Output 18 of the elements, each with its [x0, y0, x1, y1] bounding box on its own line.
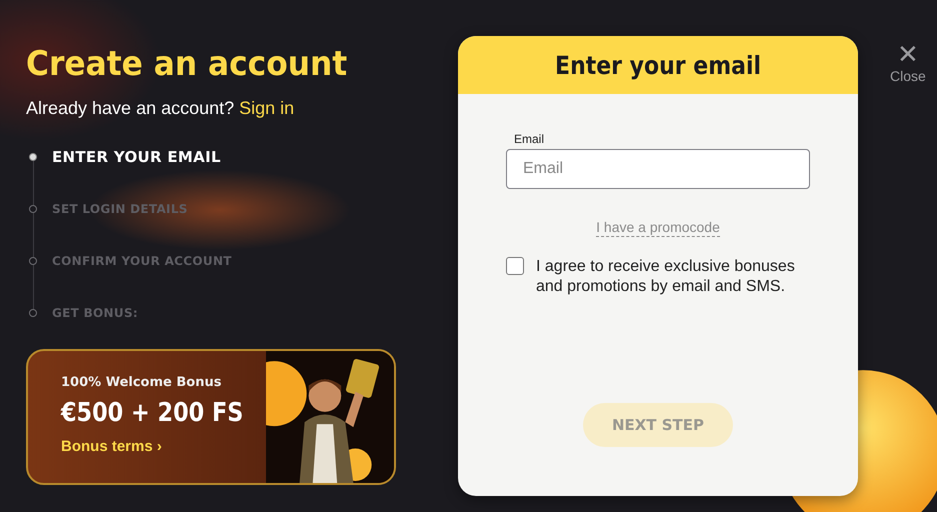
close-button[interactable]: ✕ Close — [890, 40, 926, 84]
close-icon: ✕ — [896, 40, 919, 68]
email-label: Email — [514, 132, 546, 146]
step-label: CONFIRM YOUR ACCOUNT — [52, 254, 232, 268]
consent-text: I agree to receive exclusive bonuses and promotions by email and SMS. — [536, 257, 796, 297]
email-field[interactable]: Email — [506, 149, 810, 189]
step-label: GET BONUS: — [52, 306, 138, 320]
promocode-link[interactable]: I have a promocode — [596, 219, 720, 237]
page-title: Create an account — [26, 43, 348, 86]
step-label: ENTER YOUR EMAIL — [52, 148, 221, 166]
dialog-title: Enter your email — [554, 50, 762, 80]
step-label: SET LOGIN DETAILS — [52, 202, 188, 216]
bonus-amount: €500 + 200 FS — [61, 398, 244, 428]
signin-prompt: Already have an account? — [26, 98, 234, 119]
bonus-terms-link[interactable]: Bonus terms › — [61, 438, 162, 455]
signin-link[interactable]: Sign in — [239, 98, 294, 119]
bonus-subtitle: 100% Welcome Bonus — [61, 375, 222, 390]
consent-checkbox[interactable] — [506, 257, 524, 275]
